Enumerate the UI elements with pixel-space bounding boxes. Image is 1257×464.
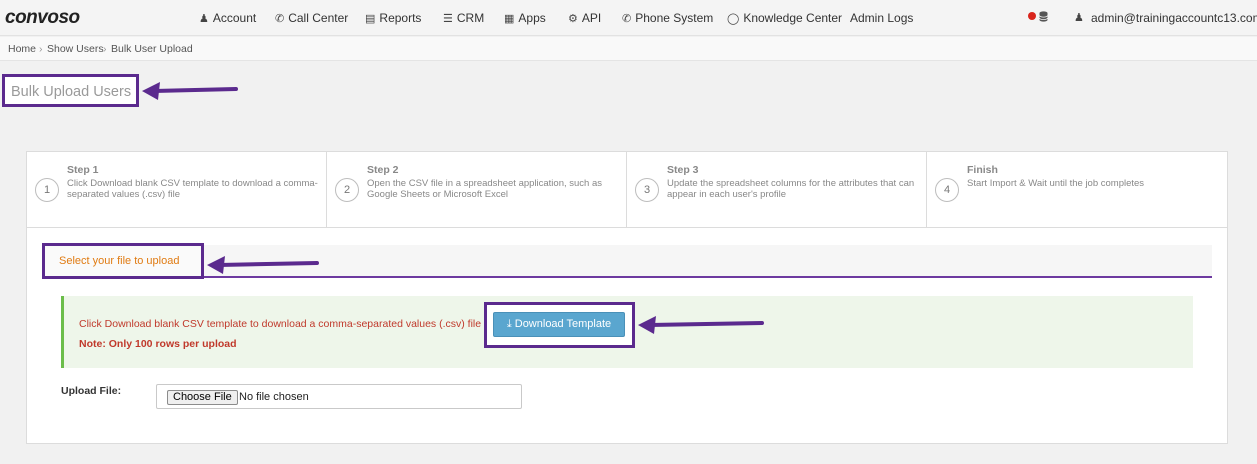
breadcrumb-show-users[interactable]: Show Users [47,43,104,55]
alert-icon[interactable] [1028,12,1036,20]
breadcrumb: Home › Show Users › Bulk User Upload [0,37,1257,61]
select-file-highlight-box: Select your file to upload [42,243,204,279]
choose-file-button[interactable]: Choose File [167,390,238,405]
steps-wizard: 1 Step 1 Click Download blank CSV templa… [27,152,1227,228]
nav-reports-label: Reports [379,11,422,25]
nav-api-label: API [581,11,602,25]
user-email: admin@trainingaccountc13.com [1091,11,1257,25]
step-number: 4 [935,178,959,202]
page-title: Bulk Upload Users [11,84,132,100]
bar-chart-icon: ▤ [365,12,376,25]
grid-icon: ▦ [504,12,515,25]
breadcrumb-current: Bulk User Upload [111,43,193,55]
phone-icon: ✆ [622,12,632,25]
nav-call-center[interactable]: ✆ Call Center [275,11,348,25]
step-title: Step 2 [367,164,399,176]
step-number: 2 [335,178,359,202]
step-1: 1 Step 1 Click Download blank CSV templa… [27,152,327,228]
file-upload-input[interactable]: Choose File No file chosen [156,384,522,409]
download-highlight-box: ⤓ Download Template [484,302,635,348]
nav-call-center-label: Call Center [288,11,349,25]
nav-api[interactable]: ⚙ API [568,11,601,25]
step-number: 3 [635,178,659,202]
nav-account-label: Account [212,11,257,25]
breadcrumb-home[interactable]: Home [8,43,36,55]
step-number: 1 [35,178,59,202]
upload-file-label: Upload File: [61,385,122,397]
annotation-arrow-icon [142,82,238,100]
step-2: 2 Step 2 Open the CSV file in a spreadsh… [327,152,627,228]
step-description: Start Import & Wait until the job comple… [967,178,1145,189]
file-status: No file chosen [239,391,309,403]
annotation-arrow-icon [207,256,319,274]
nav-apps-label: Apps [518,11,546,25]
lightbulb-icon: ◯ [727,12,740,25]
nav-crm-label: CRM [456,11,485,25]
user-menu[interactable]: admin@trainingaccountc13.com [1091,11,1257,25]
nav-admin-logs[interactable]: Admin Logs [850,11,913,25]
download-template-label: Download Template [514,318,612,330]
download-icon: ⤓ [506,318,512,330]
breadcrumb-separator: › [103,43,107,55]
step-3: 3 Step 3 Update the spreadsheet columns … [627,152,927,228]
nav-reports[interactable]: ▤ Reports [365,11,421,25]
nav-knowledge-center-label: Knowledge Center [743,11,843,25]
select-file-label: Select your file to upload [59,255,180,267]
info-text: Click Download blank CSV template to dow… [79,318,482,330]
nav-knowledge-center[interactable]: ◯ Knowledge Center [727,11,842,25]
step-description: Click Download blank CSV template to dow… [67,178,318,200]
nav-admin-logs-label: Admin Logs [850,11,914,25]
step-description: Update the spreadsheet columns for the a… [667,178,915,200]
user-icon: ♟ [1074,12,1084,24]
top-navbar: convoso ♟ Account ✆ Call Center ▤ Report… [0,0,1257,36]
download-template-button[interactable]: ⤓ Download Template [493,312,625,337]
phone-icon: ✆ [275,12,285,25]
nav-apps[interactable]: ▦ Apps [504,11,546,25]
upload-limit-note: Note: Only 100 rows per upload [79,338,237,350]
user-icon: ♟ [199,12,209,25]
nav-phone-system[interactable]: ✆ Phone System [622,11,713,25]
nav-account[interactable]: ♟ Account [199,11,256,25]
step-title: Step 3 [667,164,699,176]
list-icon: ☰ [443,12,453,25]
step-finish: 4 Finish Start Import & Wait until the j… [927,152,1227,228]
step-title: Finish [967,164,998,176]
step-description: Open the CSV file in a spreadsheet appli… [367,178,603,200]
step-title: Step 1 [67,164,99,176]
database-icon[interactable] [1039,11,1048,22]
breadcrumb-separator: › [39,43,43,55]
annotation-arrow-icon [638,316,764,334]
gear-icon: ⚙ [568,12,578,25]
title-highlight-box: Bulk Upload Users [2,74,139,107]
nav-crm[interactable]: ☰ CRM [443,11,484,25]
convoso-logo[interactable]: convoso [5,7,80,29]
nav-phone-system-label: Phone System [635,11,714,25]
